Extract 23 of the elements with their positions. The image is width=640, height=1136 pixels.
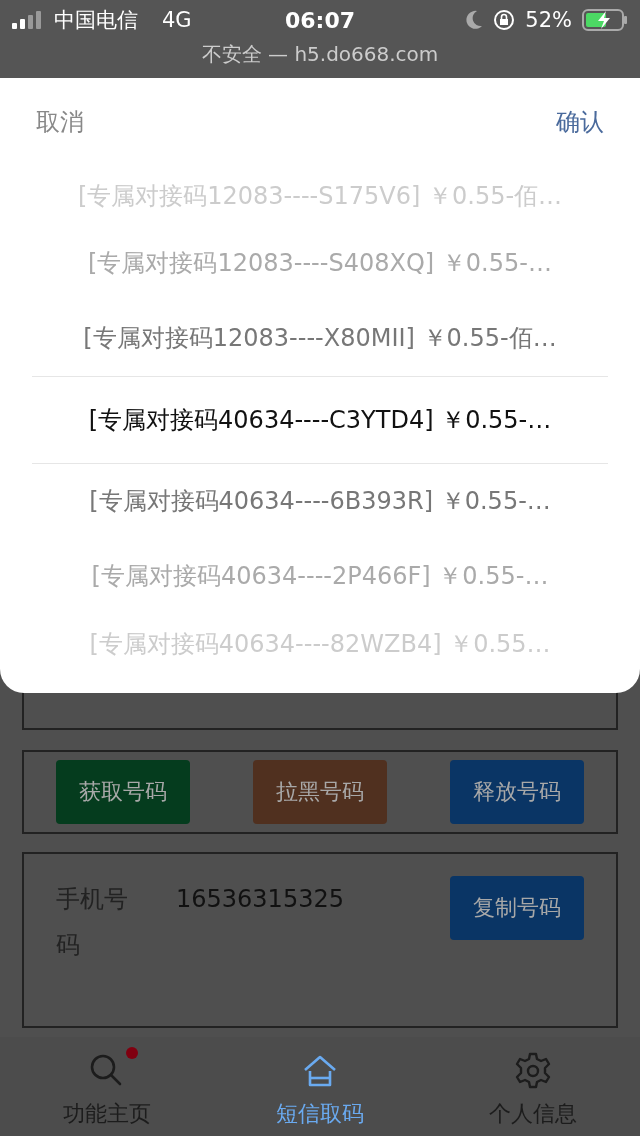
picker-option[interactable]: [专属对接码12083----X80MII] ￥0.55-佰… (32, 301, 608, 376)
action-button[interactable]: 释放号码 (450, 760, 584, 824)
copy-button[interactable]: 复制号码 (450, 876, 584, 940)
battery-percent: 52% (525, 8, 572, 32)
address-bar[interactable]: 不安全 — h5.do668.com (0, 40, 640, 68)
phone-number: 16536315325 (176, 884, 344, 915)
signal-icon (12, 11, 44, 29)
cancel-button[interactable]: 取消 (24, 98, 96, 146)
confirm-button[interactable]: 确认 (544, 98, 616, 146)
network-type: 4G (162, 8, 192, 32)
rotation-lock-icon (493, 9, 516, 31)
picker-option[interactable]: [专属对接码40634----C3YTD4] ￥0.55-… (32, 376, 608, 464)
clock-time: 06:07 (285, 7, 355, 33)
picker-option[interactable]: [专属对接码40634----6B393R] ￥0.55-… (32, 464, 608, 539)
tab[interactable]: 短信取码 (213, 1037, 427, 1136)
action-button[interactable]: 获取号码 (56, 760, 190, 824)
picker-option[interactable]: [专属对接码12083----S408XQ] ￥0.55-… (32, 226, 608, 301)
action-button[interactable]: 拉黑号码 (253, 760, 387, 824)
home-icon (302, 1054, 338, 1088)
moon-icon (465, 10, 484, 30)
battery-charging-icon (582, 9, 628, 31)
picker-option[interactable]: [专属对接码40634----2P466F] ￥0.55-… (32, 539, 608, 614)
carrier-name: 中国电信 (54, 7, 138, 34)
